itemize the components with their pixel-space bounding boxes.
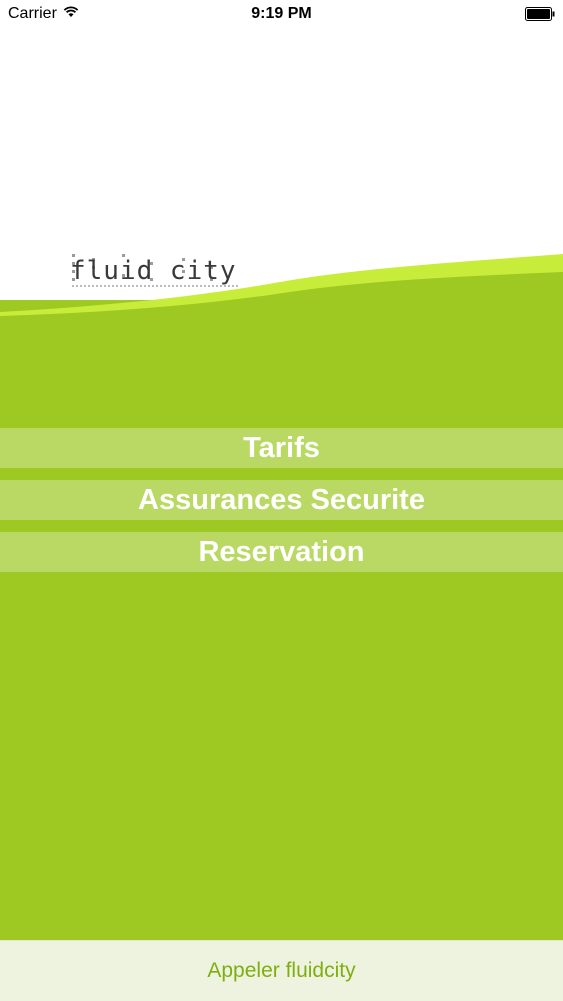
main-menu: Tarifs Assurances Securite Reservation: [0, 428, 563, 584]
logo: fluid city: [70, 252, 242, 300]
status-time: 9:19 PM: [251, 5, 312, 22]
call-fluidcity-button[interactable]: Appeler fluidcity: [0, 940, 563, 1001]
menu-item-tarifs[interactable]: Tarifs: [0, 428, 563, 468]
logo-text: fluid city: [70, 256, 237, 286]
status-bar: Carrier 9:19 PM: [0, 0, 563, 30]
header-area: fluid city: [0, 30, 563, 330]
battery-icon: [525, 7, 555, 21]
menu-item-reservation[interactable]: Reservation: [0, 532, 563, 572]
menu-item-assurances-securite[interactable]: Assurances Securite: [0, 480, 563, 520]
